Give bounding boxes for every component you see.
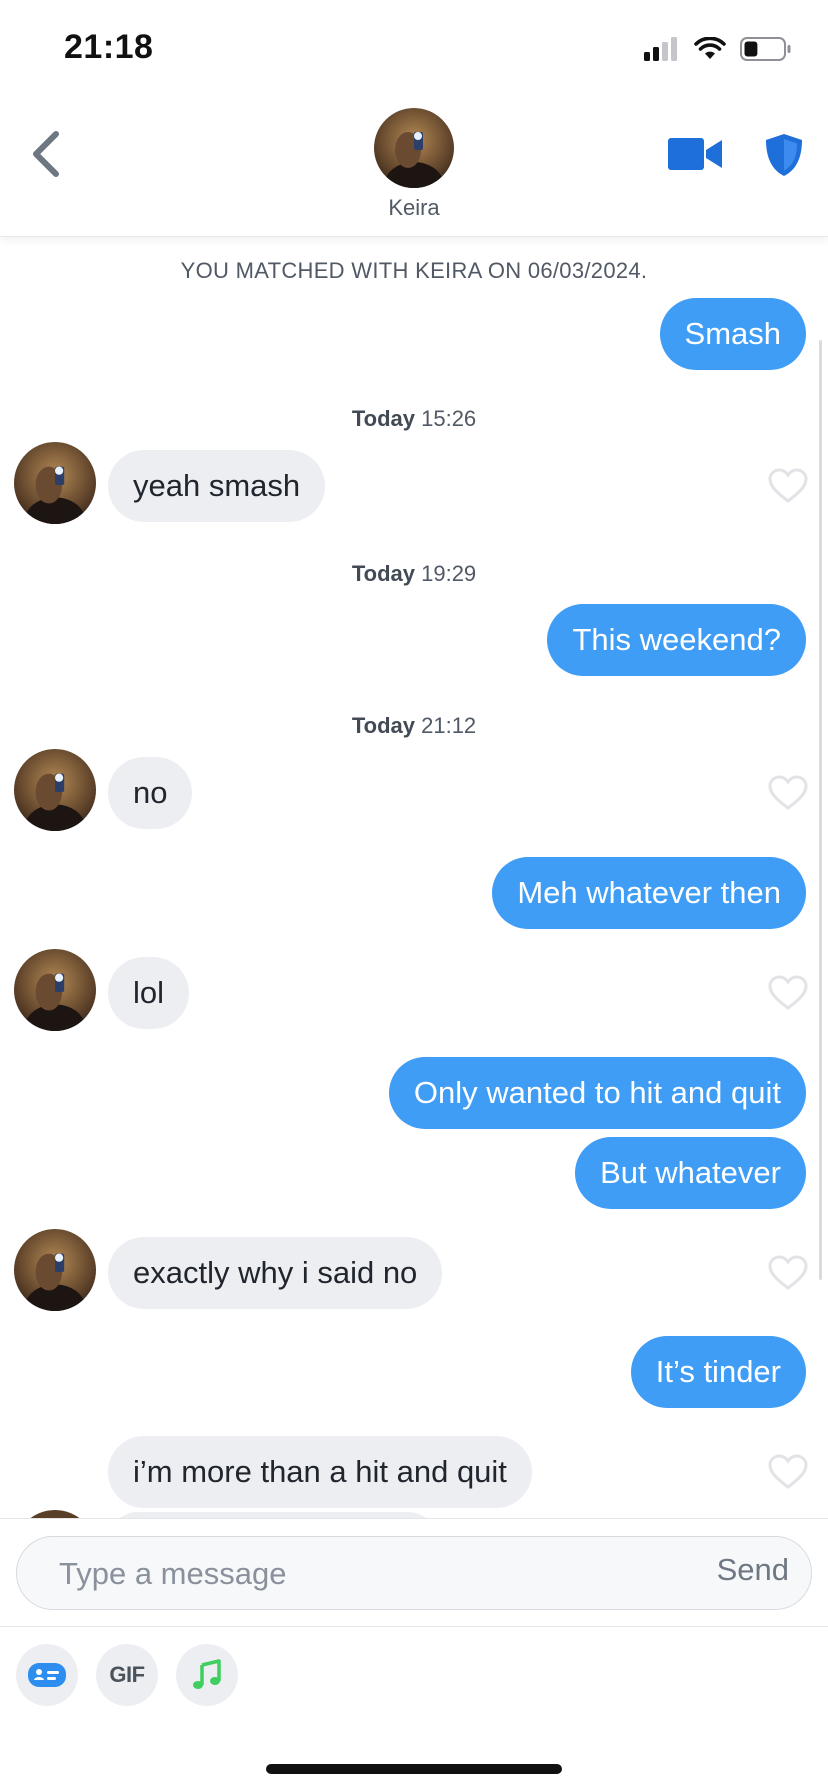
- like-message-button[interactable]: [768, 975, 808, 1011]
- sent-message-bubble[interactable]: Meh whatever then: [492, 857, 806, 929]
- like-message-button[interactable]: [768, 1255, 808, 1291]
- header-avatar[interactable]: [374, 108, 454, 188]
- received-message-bubble[interactable]: lol: [108, 957, 190, 1029]
- received-message-bubble[interactable]: no: [108, 757, 193, 829]
- safety-toolkit-button[interactable]: [764, 132, 804, 178]
- like-message-button[interactable]: [768, 775, 808, 811]
- message-input[interactable]: [57, 1551, 621, 1597]
- timestamp-day: Today: [351, 561, 415, 586]
- sent-message-bubble[interactable]: Only wanted to hit and quit: [388, 1057, 806, 1129]
- scrollbar[interactable]: [819, 340, 822, 1280]
- heart-outline-icon: [768, 1454, 808, 1489]
- heart-outline-icon: [768, 775, 808, 810]
- music-note-icon: [193, 1659, 221, 1689]
- wifi-icon: [694, 37, 726, 59]
- timestamp-time: 15:26: [421, 406, 477, 431]
- like-message-button[interactable]: [768, 1454, 808, 1490]
- received-message-bubble[interactable]: yeah smash: [108, 450, 326, 522]
- sent-message-bubble[interactable]: But whatever: [575, 1137, 806, 1209]
- video-call-button[interactable]: [668, 136, 724, 172]
- battery-icon: [740, 37, 791, 61]
- back-button[interactable]: [24, 126, 68, 182]
- signal-icon: [644, 37, 677, 61]
- gif-label: GIF: [109, 1662, 145, 1687]
- home-indicator[interactable]: [266, 1764, 562, 1774]
- avatar[interactable]: [14, 749, 96, 831]
- like-message-button[interactable]: [768, 468, 808, 504]
- heart-outline-icon: [768, 1255, 808, 1290]
- timestamp-day: Today: [351, 713, 415, 738]
- avatar[interactable]: [14, 1229, 96, 1311]
- match-name: Keira: [388, 195, 440, 220]
- status-icons: [644, 36, 792, 62]
- sent-message-bubble[interactable]: This weekend?: [547, 604, 806, 676]
- shield-icon: [766, 134, 802, 176]
- toolbar-divider: [0, 1626, 828, 1627]
- send-button[interactable]: Send: [717, 1552, 789, 1588]
- timestamp-divider: Today 19:29: [0, 561, 828, 587]
- match-notice: YOU MATCHED WITH KEIRA ON 06/03/2024.: [180, 258, 648, 283]
- timestamp-divider: Today 15:26: [0, 406, 828, 432]
- music-button[interactable]: [176, 1644, 238, 1706]
- card-icon: [28, 1663, 66, 1687]
- chevron-left-icon: [33, 131, 59, 177]
- heart-outline-icon: [768, 975, 808, 1010]
- avatar-photo: [14, 442, 96, 524]
- gif-button[interactable]: GIF: [96, 1644, 158, 1706]
- video-camera-icon: [668, 138, 722, 170]
- timestamp-time: 21:12: [421, 713, 477, 738]
- timestamp-divider: Today 21:12: [0, 713, 828, 739]
- avatar-photo: [14, 949, 96, 1031]
- received-message-bubble[interactable]: i’m more than a hit and quit: [108, 1436, 532, 1508]
- avatar[interactable]: [14, 949, 96, 1031]
- timestamp-time: 19:29: [421, 561, 477, 586]
- heart-outline-icon: [768, 468, 808, 503]
- timestamp-day: Today: [351, 406, 415, 431]
- avatar[interactable]: [14, 442, 96, 524]
- avatar-photo: [14, 1229, 96, 1311]
- sent-message-bubble[interactable]: Smash: [659, 298, 806, 370]
- sent-message-bubble[interactable]: It’s tinder: [630, 1336, 806, 1408]
- avatar-photo: [374, 108, 454, 188]
- status-time: 21:18: [64, 28, 154, 66]
- message-input-field[interactable]: Send: [16, 1536, 812, 1610]
- received-message-bubble[interactable]: exactly why i said no: [108, 1237, 443, 1309]
- card-button[interactable]: [16, 1644, 78, 1706]
- avatar-photo: [14, 749, 96, 831]
